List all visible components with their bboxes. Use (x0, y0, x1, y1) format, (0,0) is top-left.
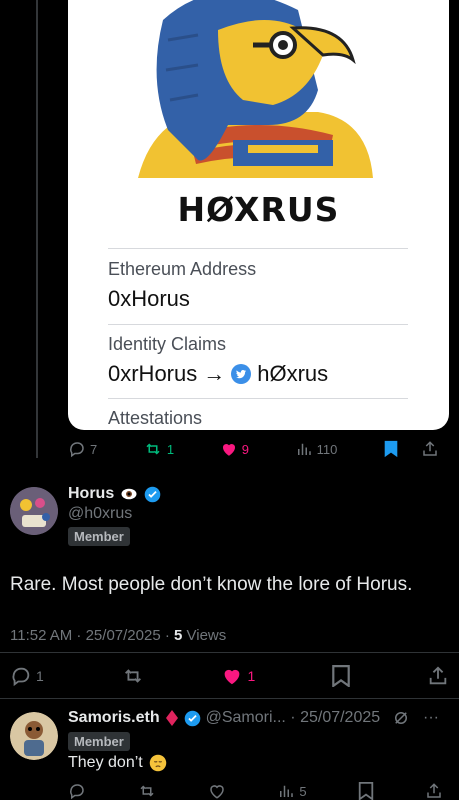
avatar[interactable] (10, 712, 58, 760)
divider (0, 698, 459, 699)
repost-count: 1 (166, 441, 175, 457)
verified-badge-icon (144, 486, 161, 502)
share-button[interactable] (427, 665, 449, 687)
twitter-bird-icon (231, 364, 252, 384)
views-button[interactable]: 5 (277, 782, 307, 800)
reply-button[interactable]: 7 (68, 440, 97, 458)
member-badge: Member (68, 527, 130, 546)
reply-icon[interactable] (68, 782, 86, 800)
timestamp[interactable]: 11:52 AM · 25/07/2025 · (10, 627, 174, 644)
ethereum-address-value: 0xHorus (108, 286, 190, 311)
reply2-action-bar: 5 (68, 782, 449, 800)
identity-card-image[interactable]: HØXRUS Ethereum Address 0xHorus Identity… (68, 0, 449, 430)
author-handle-date[interactable]: @Samori... · 25/07/2025 (206, 709, 381, 727)
views-label: Views (182, 627, 227, 644)
divider (108, 248, 408, 249)
reply2-text-row: They don’t (68, 754, 167, 772)
identity-claims-value: 0xrHorus → hØxrus (108, 361, 328, 387)
claim-handle: hØxrus (257, 361, 329, 386)
reply-text: Rare. Most people don’t know the lore of… (10, 574, 413, 595)
divider (0, 652, 459, 653)
member-badge: Member (68, 732, 130, 751)
bookmark-icon[interactable] (358, 782, 374, 800)
like-count: 9 (241, 441, 249, 457)
reply-icon (12, 667, 30, 687)
repost-icon[interactable] (137, 782, 157, 800)
bookmark-filled-icon[interactable] (383, 440, 399, 458)
identity-claims-label: Identity Claims (108, 334, 227, 354)
share-icon (429, 666, 447, 685)
pensive-emoji-icon (149, 754, 166, 772)
repost-button[interactable] (121, 665, 145, 687)
post-action-bar: 7 1 9 110 (68, 440, 449, 458)
heart-icon[interactable] (208, 782, 226, 800)
bookmark-icon (332, 665, 350, 687)
grok-icon[interactable] (392, 709, 410, 727)
reply2-author-row: Samoris.eth @Samori... · 25/07/2025 ··· (68, 709, 449, 727)
red-diamond-icon (165, 710, 178, 726)
reply-count: 7 (90, 441, 98, 457)
author-name[interactable]: Samoris.eth (68, 709, 160, 727)
eye-emoji-icon (121, 488, 137, 500)
heart-filled-icon (225, 669, 240, 685)
claim-source: 0xrHorus (108, 361, 198, 386)
author-handle[interactable]: @h0xrus (68, 505, 132, 523)
repost-button[interactable]: 1 (143, 440, 174, 458)
repost-icon (146, 443, 160, 455)
reply-count: 1 (36, 668, 44, 684)
like-button[interactable]: 1 (221, 665, 255, 687)
reply-icon (70, 442, 84, 458)
ethereum-address-label: Ethereum Address (108, 259, 257, 279)
reply-action-bar: 1 1 (10, 665, 449, 687)
views-count: 110 (316, 441, 338, 457)
like-count: 1 (247, 668, 256, 684)
reply-button[interactable]: 1 (10, 665, 44, 687)
views-count: 5 (299, 783, 307, 799)
avatar[interactable] (10, 487, 58, 535)
divider (108, 398, 408, 399)
reply-author-row: Horus (68, 485, 161, 503)
share-icon[interactable] (421, 440, 439, 458)
author-name[interactable]: Horus (68, 485, 114, 503)
attestations-label: Attestations (108, 408, 203, 428)
bookmark-button[interactable] (332, 665, 350, 687)
views-button[interactable]: 110 (295, 440, 338, 458)
like-button[interactable]: 9 (220, 440, 249, 458)
horus-falcon-illustration (68, 0, 449, 180)
heart-filled-icon (222, 443, 235, 456)
arrow-icon: → (203, 361, 226, 386)
analytics-icon (280, 785, 294, 797)
thread-line (36, 0, 38, 458)
verified-badge-icon (184, 710, 200, 726)
divider (108, 324, 408, 325)
reply-meta: 11:52 AM · 25/07/2025 · 5 Views (10, 627, 226, 644)
analytics-icon (297, 443, 311, 455)
card-title: HØXRUS (177, 190, 340, 229)
repost-icon (124, 669, 141, 683)
share-icon[interactable] (425, 782, 443, 800)
reply2-text: They don’t (68, 754, 143, 771)
more-options-icon[interactable]: ··· (423, 709, 439, 727)
